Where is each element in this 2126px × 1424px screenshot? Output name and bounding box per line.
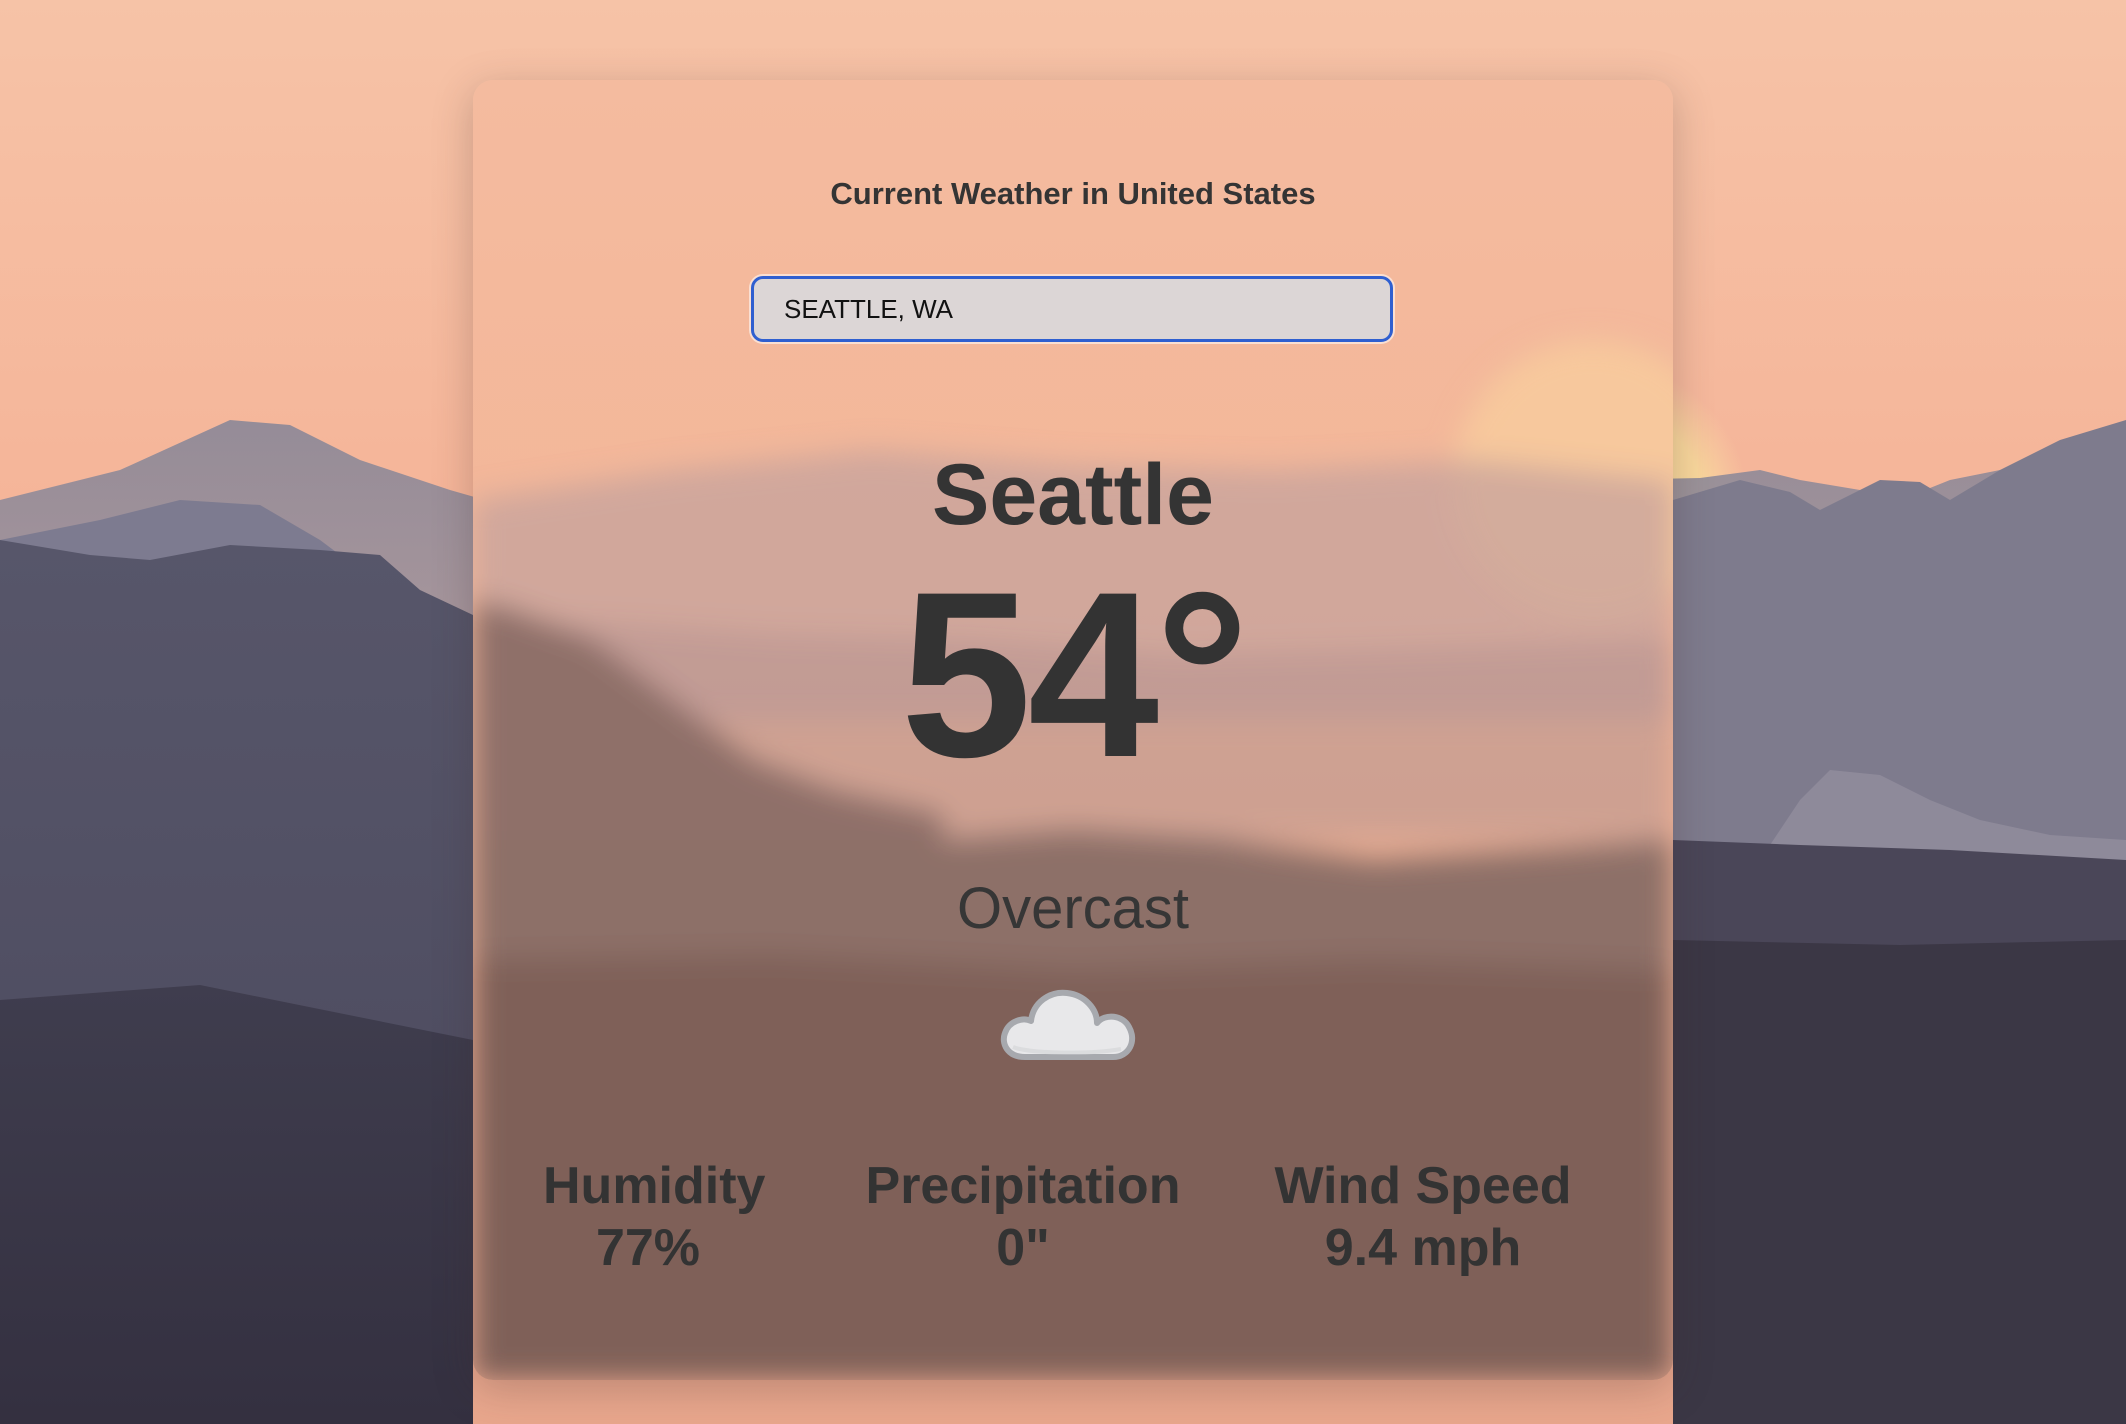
weather-stats: Humidity 77% Precipitation 0" Wind Speed… <box>473 1155 1673 1285</box>
humidity-label: Humidity <box>543 1157 766 1215</box>
city-name: Seattle <box>931 447 1215 543</box>
wind-speed-value: 9.4 mph <box>1324 1219 1522 1277</box>
cloud-icon <box>997 965 1147 1075</box>
location-search-input[interactable] <box>751 276 1393 342</box>
page-title: Current Weather in United States <box>830 176 1316 211</box>
wind-speed-label: Wind Speed <box>1274 1157 1572 1215</box>
temperature-value: 54° <box>900 543 1250 807</box>
precipitation-label: Precipitation <box>865 1157 1181 1215</box>
precipitation-value: 0" <box>996 1219 1050 1277</box>
wind-speed-stat: Wind Speed 9.4 mph <box>1253 1155 1593 1279</box>
weather-condition: Overcast <box>956 876 1190 941</box>
humidity-value: 77% <box>595 1219 701 1277</box>
humidity-stat: Humidity 77% <box>543 1155 766 1279</box>
precipitation-stat: Precipitation 0" <box>853 1155 1193 1279</box>
weather-card: Current Weather in United States Seattle… <box>473 80 1673 1380</box>
